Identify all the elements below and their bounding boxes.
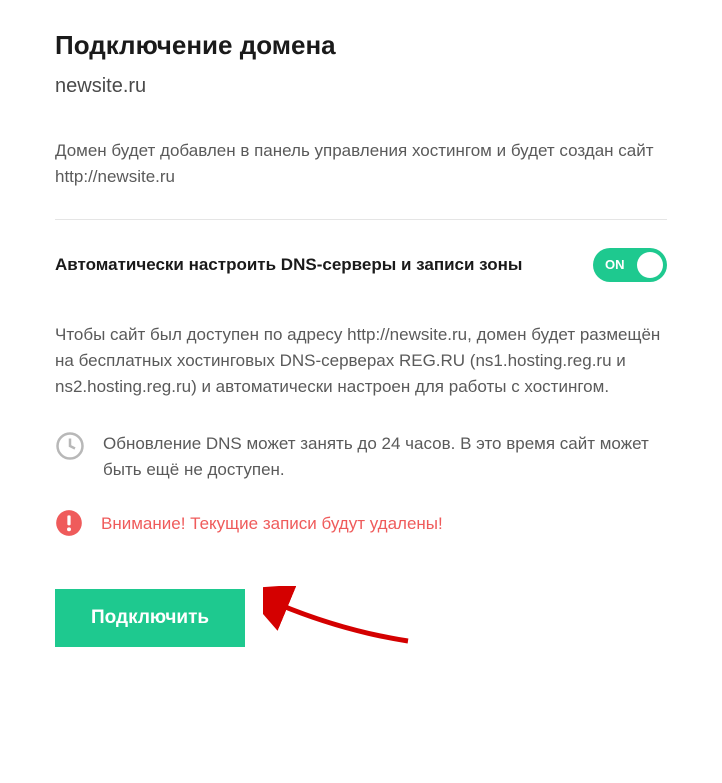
warning-text: Внимание! Текущие записи будут удалены! [101, 509, 443, 537]
dns-toggle-label: Автоматически настроить DNS-серверы и за… [55, 255, 593, 275]
page-title: Подключение домена [55, 30, 667, 61]
time-note-row: Обновление DNS может занять до 24 часов.… [55, 431, 667, 484]
dns-toggle-knob [637, 252, 663, 278]
clock-icon [55, 431, 85, 461]
domain-name: newsite.ru [55, 75, 667, 98]
time-note-text: Обновление DNS может занять до 24 часов.… [103, 431, 667, 484]
divider [55, 219, 667, 220]
description-text: Домен будет добавлен в панель управления… [55, 138, 667, 191]
dns-toggle-row: Автоматически настроить DNS-серверы и за… [55, 248, 667, 282]
dns-explanation-text: Чтобы сайт был доступен по адресу http:/… [55, 322, 667, 401]
alert-icon [55, 509, 83, 537]
dns-toggle[interactable]: ON [593, 248, 667, 282]
button-row: Подключить [55, 586, 667, 651]
warning-row: Внимание! Текущие записи будут удалены! [55, 509, 667, 537]
arrow-annotation-icon [263, 586, 413, 651]
dns-toggle-state: ON [605, 257, 625, 272]
connect-button[interactable]: Подключить [55, 589, 245, 647]
